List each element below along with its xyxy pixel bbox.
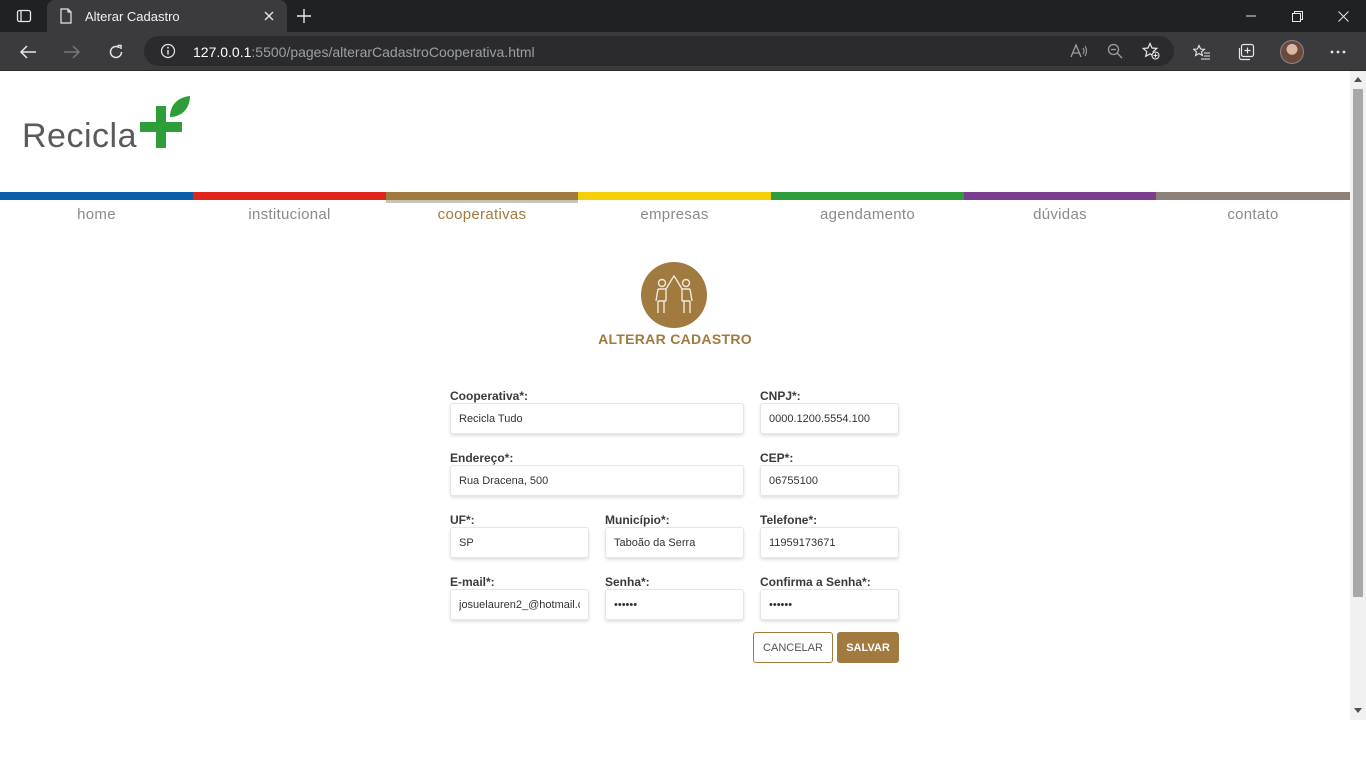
page-title: ALTERAR CADASTRO: [598, 331, 752, 347]
back-icon[interactable]: [12, 36, 44, 68]
url-host: 127.0.0.1: [193, 44, 252, 60]
confirma-senha-field[interactable]: [760, 589, 899, 620]
tab-title: Alterar Cadastro: [85, 8, 180, 24]
address-bar[interactable]: 127.0.0.1:5500/pages/alterarCadastroCoop…: [144, 36, 1174, 66]
url-text[interactable]: 127.0.0.1:5500/pages/alterarCadastroCoop…: [193, 44, 535, 60]
endereco-label: Endereço*:: [450, 451, 514, 465]
nav-item-institucional[interactable]: institucional: [193, 192, 386, 232]
cooperativa-input[interactable]: [451, 404, 743, 433]
nav-color-bar: [1156, 192, 1350, 200]
senha-input[interactable]: [606, 590, 743, 619]
profile-avatar[interactable]: [1280, 40, 1304, 64]
nav-label: agendamento: [819, 206, 916, 223]
email-field[interactable]: [450, 589, 589, 620]
cooperative-badge: [641, 262, 707, 328]
more-options-icon[interactable]: [1322, 36, 1354, 68]
municipio-input[interactable]: [606, 528, 743, 557]
confirma-senha-input[interactable]: [761, 590, 898, 619]
cep-input[interactable]: [761, 466, 898, 495]
site-logo[interactable]: Recicla: [22, 95, 194, 155]
cnpj-field[interactable]: [760, 403, 899, 434]
reload-icon[interactable]: [100, 36, 132, 68]
confirma-senha-label: Confirma a Senha*:: [760, 575, 871, 589]
nav-color-bar: [193, 192, 386, 200]
endereco-field[interactable]: [450, 465, 744, 496]
page-icon: [59, 8, 73, 24]
page-viewport: Recicla home institucional cooperativas …: [0, 71, 1350, 768]
new-tab-icon[interactable]: [292, 4, 316, 28]
close-tab-icon[interactable]: [261, 8, 277, 24]
tab-actions-icon[interactable]: [8, 4, 40, 28]
email-input[interactable]: [451, 590, 588, 619]
nav-label: empresas: [640, 206, 709, 223]
logo-text: Recicla: [22, 117, 137, 155]
nav-label: dúvidas: [1033, 206, 1087, 223]
endereco-input[interactable]: [451, 466, 743, 495]
nav-color-bar: [964, 192, 1156, 200]
nav-color-bar: [386, 192, 578, 200]
site-info-icon[interactable]: [160, 43, 176, 64]
collections-icon[interactable]: [1230, 36, 1262, 68]
url-path: :5500/pages/alterarCadastroCooperativa.h…: [251, 44, 535, 60]
municipio-label: Município*:: [605, 513, 670, 527]
uf-label: UF*:: [450, 513, 475, 527]
zoom-out-icon[interactable]: [1104, 41, 1126, 61]
nav-item-contato[interactable]: contato: [1156, 192, 1350, 232]
nav-label: home: [77, 206, 116, 223]
cep-label: CEP*:: [760, 451, 794, 465]
senha-field[interactable]: [605, 589, 744, 620]
scrollbar-thumb[interactable]: [1353, 89, 1363, 597]
favorites-icon[interactable]: [1186, 36, 1218, 68]
forward-icon[interactable]: [56, 36, 88, 68]
nav-item-cooperativas[interactable]: cooperativas: [386, 192, 578, 232]
read-aloud-icon[interactable]: [1068, 41, 1090, 61]
scroll-up-arrow-icon[interactable]: [1354, 77, 1362, 82]
people-high-five-icon: [655, 275, 693, 313]
nav-item-home[interactable]: home: [0, 192, 193, 232]
cnpj-label: CNPJ*:: [760, 389, 801, 403]
cep-field[interactable]: [760, 465, 899, 496]
browser-toolbar: 127.0.0.1:5500/pages/alterarCadastroCoop…: [0, 32, 1366, 71]
close-window-icon[interactable]: [1320, 0, 1366, 32]
telefone-input[interactable]: [761, 528, 898, 557]
nav-item-duvidas[interactable]: dúvidas: [964, 192, 1156, 232]
add-favorite-icon[interactable]: [1140, 41, 1162, 61]
cancel-button[interactable]: CANCELAR: [753, 632, 833, 663]
municipio-field[interactable]: [605, 527, 744, 558]
nav-item-agendamento[interactable]: agendamento: [771, 192, 964, 232]
minimize-icon[interactable]: [1228, 0, 1274, 32]
nav-item-empresas[interactable]: empresas: [578, 192, 771, 232]
main-nav: home institucional cooperativas empresas…: [0, 192, 1350, 232]
cooperativa-label: Cooperativa*:: [450, 389, 529, 403]
cnpj-input[interactable]: [761, 404, 898, 433]
scroll-down-arrow-icon[interactable]: [1354, 708, 1362, 713]
logo-plus-leaf-icon: [140, 96, 190, 148]
browser-tab[interactable]: Alterar Cadastro: [47, 0, 287, 32]
telefone-label: Telefone*:: [760, 513, 818, 527]
senha-label: Senha*:: [605, 575, 650, 589]
save-button[interactable]: SALVAR: [837, 632, 899, 663]
browser-tabstrip: Alterar Cadastro: [0, 0, 1366, 32]
nav-color-bar: [578, 192, 771, 200]
page-scrollbar[interactable]: [1350, 71, 1366, 720]
cooperativa-field[interactable]: [450, 403, 744, 434]
telefone-field[interactable]: [760, 527, 899, 558]
nav-color-bar: [771, 192, 964, 200]
uf-field[interactable]: [450, 527, 589, 558]
nav-color-bar: [0, 192, 193, 200]
nav-label: cooperativas: [437, 206, 527, 223]
nav-active-underline: [386, 200, 578, 203]
nav-label: contato: [1227, 206, 1279, 223]
email-label: E-mail*:: [450, 575, 495, 589]
restore-icon[interactable]: [1274, 0, 1320, 32]
nav-label: institucional: [248, 206, 331, 223]
uf-input[interactable]: [451, 528, 588, 557]
